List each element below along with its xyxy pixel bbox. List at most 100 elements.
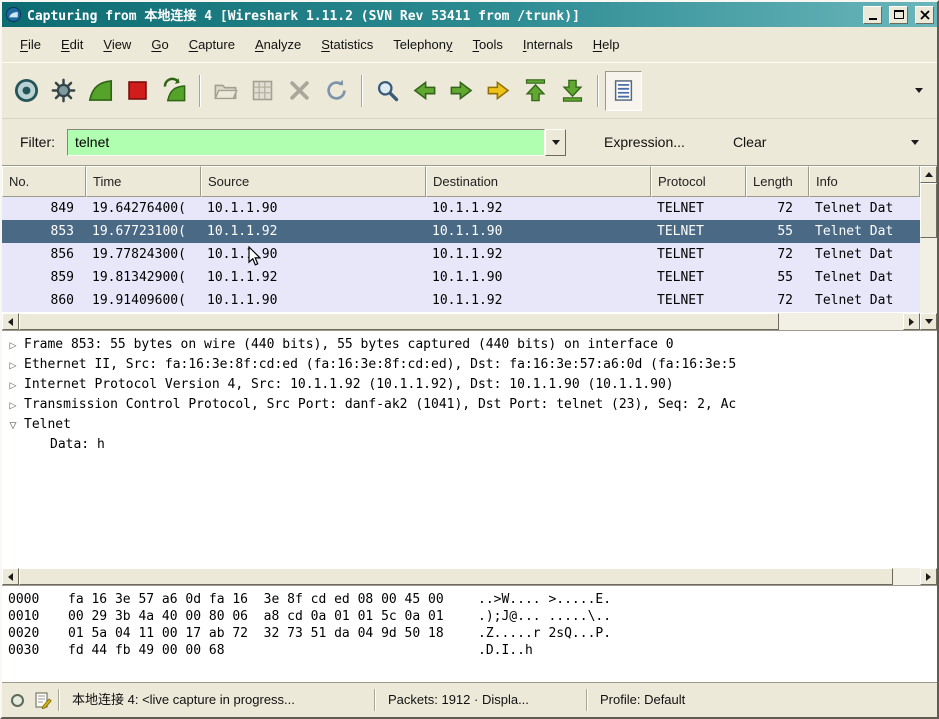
scroll-right-button[interactable] [920, 568, 937, 585]
detail-line[interactable]: Data: h [2, 435, 937, 455]
colorize-list-button[interactable] [605, 70, 642, 111]
capture-options-button[interactable] [45, 71, 82, 111]
expression-button[interactable]: Expression... [594, 128, 695, 156]
detail-line[interactable]: ▷ Transmission Control Protocol, Src Port… [2, 395, 937, 415]
menu-item-file[interactable]: File [10, 32, 51, 57]
detail-line[interactable]: ▷ Internet Protocol Version 4, Src: 10.1.… [2, 375, 937, 395]
hex-bytes: 00 29 3b 4a 40 00 80 06 a8 cd 0a 01 01 5… [68, 609, 444, 624]
scroll-up-button[interactable] [920, 166, 937, 183]
column-header-no[interactable]: No. [2, 166, 86, 197]
menu-item-edit[interactable]: Edit [51, 32, 93, 57]
capture-comment-button[interactable] [33, 691, 52, 710]
expand-triangle-icon[interactable]: ▷ [2, 375, 24, 395]
hscroll-track[interactable] [19, 568, 920, 585]
open-file-button[interactable] [207, 71, 244, 111]
hscroll-track[interactable] [19, 313, 903, 330]
detail-line[interactable]: ▷ Ethernet II, Src: fa:16:3e:8f:cd:ed (fa… [2, 355, 937, 375]
hex-row-0020[interactable]: 0020 01 5a 04 11 00 17 ab 72 32 73 51 da … [8, 625, 937, 642]
menu-item-statistics[interactable]: Statistics [311, 32, 383, 57]
scroll-left-button[interactable] [2, 568, 19, 585]
hex-row-0030[interactable]: 0030 fd 44 fb 49 00 00 68 .D.I..h [8, 642, 937, 659]
toolbar-overflow-button[interactable] [907, 73, 931, 109]
go-to-top-button[interactable] [517, 71, 554, 111]
packet-list-hscrollbar[interactable] [2, 313, 920, 330]
title-bar[interactable]: Capturing from 本地连接 4 [Wireshark 1.11.2 … [2, 2, 937, 27]
hex-ascii: ..>W.... >.....E. [478, 592, 612, 607]
cell-length: 55 [777, 224, 793, 239]
cell-length: 72 [777, 293, 793, 308]
column-header-protocol[interactable]: Protocol [651, 166, 746, 197]
expand-triangle-icon[interactable]: ▷ [2, 335, 24, 355]
cell-info: Telnet Dat [815, 247, 894, 262]
expander-placeholder [2, 435, 24, 455]
go-to-bottom-button[interactable] [554, 71, 591, 111]
hscroll-thumb[interactable] [19, 313, 780, 330]
column-header-time[interactable]: Time [86, 166, 201, 197]
list-interfaces-button[interactable] [8, 71, 45, 111]
menu-item-tools[interactable]: Tools [463, 32, 513, 57]
hex-bytes: fa 16 3e 57 a6 0d fa 16 3e 8f cd ed 08 0… [68, 592, 444, 607]
expert-info-icon [11, 693, 24, 707]
mouse-cursor [248, 246, 261, 266]
column-header-info[interactable]: Info [809, 166, 920, 197]
detail-line[interactable]: ▽ Telnet [2, 415, 937, 435]
close-button[interactable] [915, 5, 934, 24]
menu-item-internals[interactable]: Internals [513, 32, 583, 57]
scroll-right-button[interactable] [903, 313, 920, 330]
vscroll-thumb[interactable] [920, 183, 937, 238]
search-icon [377, 80, 399, 102]
packet-list-vscrollbar[interactable] [920, 166, 937, 330]
reload-button[interactable] [318, 71, 355, 111]
go-forward-button[interactable] [443, 71, 480, 111]
detail-line[interactable]: ▷ Frame 853: 55 bytes on wire (440 bits),… [2, 335, 937, 355]
hscroll-thumb[interactable] [19, 568, 893, 585]
stop-capture-button[interactable] [119, 71, 156, 111]
go-to-packet-button[interactable] [480, 71, 517, 111]
expand-triangle-icon[interactable]: ▷ [2, 355, 24, 375]
cell-destination: 10.1.1.92 [432, 247, 503, 262]
hex-offset: 0030 [8, 643, 40, 658]
expand-triangle-icon[interactable]: ▷ [2, 395, 24, 415]
vscroll-track[interactable] [920, 183, 937, 313]
menu-item-telephony[interactable]: Telephony [383, 32, 462, 57]
details-hscrollbar[interactable] [2, 568, 937, 585]
profile-field[interactable]: Profile: Default [594, 689, 931, 711]
filter-dropdown-button[interactable] [545, 128, 566, 156]
scroll-left-button[interactable] [2, 313, 19, 330]
hex-row-0010[interactable]: 0010 00 29 3b 4a 40 00 80 06 a8 cd 0a 01 … [8, 608, 937, 625]
start-capture-button[interactable] [82, 71, 119, 111]
find-packet-button[interactable] [369, 71, 406, 111]
filter-input[interactable] [67, 128, 545, 156]
restart-capture-button[interactable] [156, 71, 193, 111]
packet-row-849[interactable]: 849 19.64276400(10.1.1.90 10.1.1.92 TELNET 7… [2, 197, 920, 220]
column-header-length[interactable]: Length [746, 166, 809, 197]
menu-item-view[interactable]: View [93, 32, 141, 57]
packet-row-860[interactable]: 860 19.91409600(10.1.1.90 10.1.1.92 TELNET 7… [2, 289, 920, 312]
minimize-button[interactable] [863, 5, 882, 24]
hex-offset: 0000 [8, 592, 40, 607]
packet-row-856[interactable]: 856 19.77824300(10.1.1.90 10.1.1.92 TELNET 7… [2, 243, 920, 266]
column-header-source[interactable]: Source [201, 166, 426, 197]
clear-button[interactable]: Clear [723, 128, 776, 156]
packet-row-859[interactable]: 859 19.81342900(10.1.1.92 10.1.1.90 TELNET 5… [2, 266, 920, 289]
menu-item-go[interactable]: Go [141, 32, 178, 57]
go-back-button[interactable] [406, 71, 443, 111]
toolbar-separator [199, 74, 201, 107]
column-header-destination[interactable]: Destination [426, 166, 651, 197]
restart-capture-icon [163, 77, 186, 102]
hex-row-0000[interactable]: 0000 fa 16 3e 57 a6 0d fa 16 3e 8f cd ed … [8, 591, 937, 608]
menu-item-analyze[interactable]: Analyze [245, 32, 311, 57]
expert-info-button[interactable] [8, 691, 27, 710]
maximize-button[interactable] [889, 5, 908, 24]
wireshark-window: Capturing from 本地连接 4 [Wireshark 1.11.2 … [0, 0, 939, 719]
collapse-triangle-icon[interactable]: ▽ [2, 415, 24, 435]
scroll-down-button[interactable] [920, 313, 937, 330]
capture-comment-icon [34, 692, 52, 709]
menu-item-help[interactable]: Help [583, 32, 630, 57]
close-file-button[interactable] [281, 71, 318, 111]
menu-item-capture[interactable]: Capture [179, 32, 245, 57]
save-file-button[interactable] [244, 71, 281, 111]
packet-row-853[interactable]: 853 19.67723100(10.1.1.92 10.1.1.90 TELNET 5… [2, 220, 920, 243]
filterbar-overflow-button[interactable] [903, 124, 927, 160]
filter-button[interactable]: Filter: [12, 134, 67, 150]
